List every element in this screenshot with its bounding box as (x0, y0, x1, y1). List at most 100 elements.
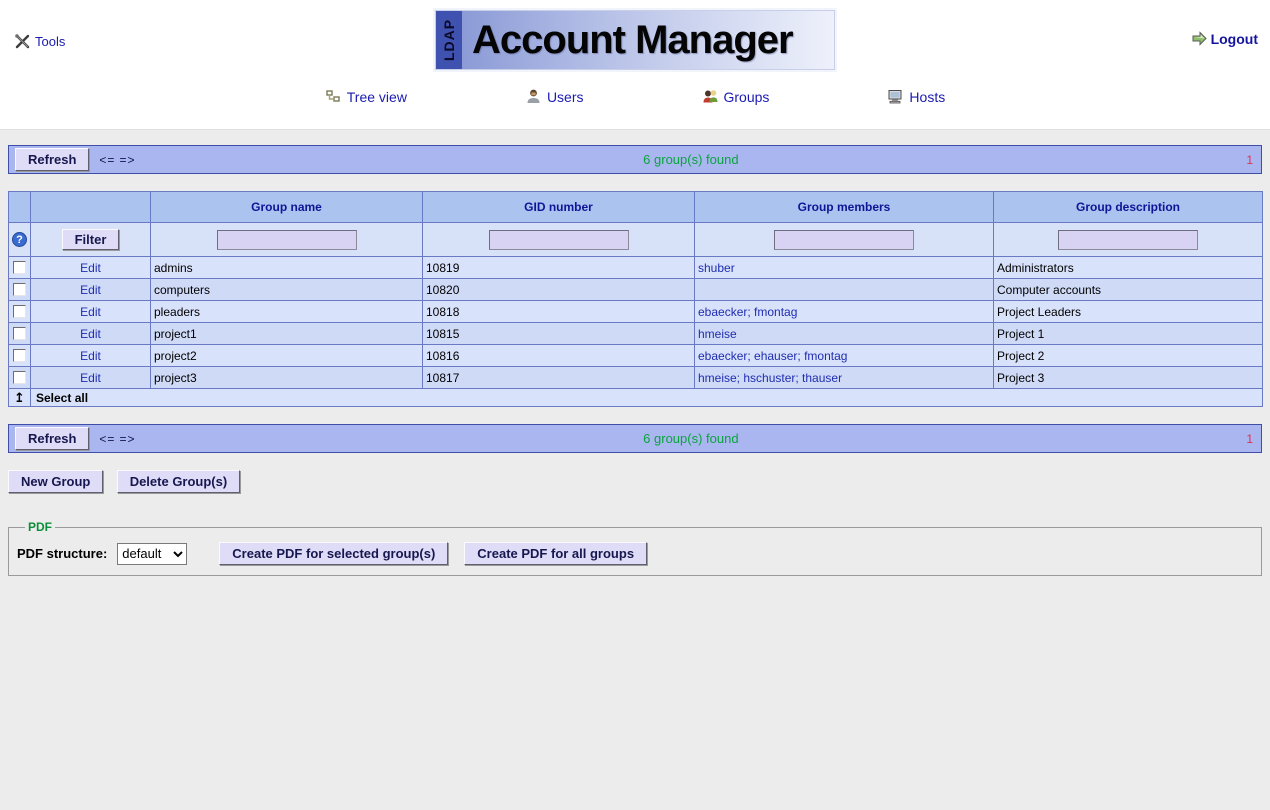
create-pdf-all-button[interactable]: Create PDF for all groups (464, 542, 647, 565)
nav-label: Groups (724, 89, 770, 105)
group-name-cell: admins (151, 257, 423, 279)
logo-ldap-vertical: LDAP (436, 11, 462, 69)
next-page-link[interactable]: => (119, 153, 135, 167)
logout-icon (1191, 30, 1208, 47)
group-members-cell (695, 279, 994, 301)
group-members-cell: hmeise; hschuster; thauser (695, 367, 994, 389)
table-row: Editcomputers10820Computer accounts (9, 279, 1263, 301)
help-icon[interactable]: ? (12, 232, 27, 247)
app-title: Account Manager (462, 11, 834, 69)
group-table-body: Edit admins10819shuber Administrators Edit c… (9, 257, 1263, 389)
content-area: Refresh <= => 6 group(s) found 1 Group n… (0, 130, 1270, 576)
prev-page-link[interactable]: <= (99, 432, 115, 446)
table-row: Editpleaders10818ebaecker; fmontagProjec… (9, 301, 1263, 323)
nav-tree-view[interactable]: Tree view (325, 88, 407, 105)
gid-number-cell: 10819 (423, 257, 695, 279)
row-checkbox[interactable] (13, 371, 26, 384)
filter-input-group-description[interactable] (1058, 230, 1198, 250)
pdf-section: PDF PDF structure: default Create PDF fo… (8, 520, 1262, 576)
filter-input-group-members[interactable] (774, 230, 914, 250)
pdf-structure-select[interactable]: default (117, 543, 187, 565)
delete-group-button[interactable]: Delete Group(s) (117, 470, 241, 493)
filter-input-group-name[interactable] (217, 230, 357, 250)
table-row: Edit project210816ebaecker; ehauser; fmon… (9, 345, 1263, 367)
table-row: Edit admins10819shuber Administrators (9, 257, 1263, 279)
new-group-button[interactable]: New Group (8, 470, 103, 493)
nav-label: Hosts (909, 89, 945, 105)
member-link[interactable]: shuber (698, 261, 735, 275)
users-icon (525, 88, 542, 105)
nav-label: Users (547, 89, 584, 105)
group-actions: New Group Delete Group(s) (8, 470, 1262, 493)
edit-link[interactable]: Edit (80, 349, 101, 363)
gid-number-cell: 10816 (423, 345, 695, 367)
status-text: 6 group(s) found (135, 152, 1246, 167)
nav-hosts[interactable]: Hosts (887, 88, 945, 105)
header-check-col (9, 192, 31, 223)
member-link[interactable]: hmeise; hschuster; thauser (698, 371, 842, 385)
column-header-gid-number: GID number (423, 192, 695, 223)
table-header-row: Group name GID number Group members Grou… (9, 192, 1263, 223)
edit-link[interactable]: Edit (80, 371, 101, 385)
nav-label: Tree view (347, 89, 407, 105)
gid-number-cell: 10820 (423, 279, 695, 301)
app-logo: LDAP Account Manager (435, 10, 835, 70)
select-all-arrow-icon[interactable]: ↥ (9, 389, 31, 407)
status-text: 6 group(s) found (135, 431, 1246, 446)
group-description-cell: Project Leaders (994, 301, 1263, 323)
edit-link[interactable]: Edit (80, 283, 101, 297)
column-header-group-name: Group name (151, 192, 423, 223)
row-checkbox[interactable] (13, 327, 26, 340)
group-name-cell: project1 (151, 323, 423, 345)
group-name-cell: computers (151, 279, 423, 301)
prev-page-link[interactable]: <= (99, 153, 115, 167)
tools-icon (14, 33, 31, 50)
edit-link[interactable]: Edit (80, 305, 101, 319)
filter-input-gid-number[interactable] (489, 230, 629, 250)
gid-number-cell: 10818 (423, 301, 695, 323)
row-checkbox[interactable] (13, 261, 26, 274)
group-name-cell: project3 (151, 367, 423, 389)
tools-link[interactable]: Tools (14, 33, 65, 50)
group-members-cell: shuber (695, 257, 994, 279)
page-header: Tools LDAP Account Manager Logout Tree v… (0, 0, 1270, 130)
member-link[interactable]: ebaecker; ehauser; fmontag (698, 349, 847, 363)
column-header-group-description: Group description (994, 192, 1263, 223)
refresh-button[interactable]: Refresh (15, 148, 89, 171)
group-members-cell: ebaecker; ehauser; fmontag (695, 345, 994, 367)
member-link[interactable]: ebaecker; fmontag (698, 305, 797, 319)
row-checkbox[interactable] (13, 283, 26, 296)
row-checkbox[interactable] (13, 349, 26, 362)
create-pdf-selected-button[interactable]: Create PDF for selected group(s) (219, 542, 448, 565)
row-checkbox[interactable] (13, 305, 26, 318)
pdf-legend: PDF (25, 520, 55, 534)
select-all-row: ↥ Select all (9, 389, 1263, 407)
gid-number-cell: 10815 (423, 323, 695, 345)
select-all-label[interactable]: Select all (31, 389, 1263, 407)
group-description-cell: Project 3 (994, 367, 1263, 389)
group-name-cell: project2 (151, 345, 423, 367)
hosts-icon (887, 88, 904, 105)
main-nav: Tree view Users Groups (0, 88, 1270, 105)
next-page-link[interactable]: => (119, 432, 135, 446)
page-number: 1 (1246, 153, 1255, 167)
nav-groups[interactable]: Groups (702, 88, 770, 105)
logout-link[interactable]: Logout (1191, 30, 1258, 47)
filter-row: ? Filter (9, 223, 1263, 257)
filter-button[interactable]: Filter (62, 229, 120, 250)
group-members-cell: ebaecker; fmontag (695, 301, 994, 323)
header-edit-col (31, 192, 151, 223)
gid-number-cell: 10817 (423, 367, 695, 389)
refresh-button[interactable]: Refresh (15, 427, 89, 450)
group-description-cell: Project 1 (994, 323, 1263, 345)
group-description-cell: Project 2 (994, 345, 1263, 367)
edit-link[interactable]: Edit (80, 261, 101, 275)
groups-table: Group name GID number Group members Grou… (8, 191, 1263, 407)
group-description-cell: Administrators (994, 257, 1263, 279)
bottom-status-bar: Refresh <= => 6 group(s) found 1 (8, 424, 1262, 453)
pdf-structure-label: PDF structure: (17, 546, 107, 561)
column-header-group-members: Group members (695, 192, 994, 223)
edit-link[interactable]: Edit (80, 327, 101, 341)
nav-users[interactable]: Users (525, 88, 584, 105)
member-link[interactable]: hmeise (698, 327, 737, 341)
